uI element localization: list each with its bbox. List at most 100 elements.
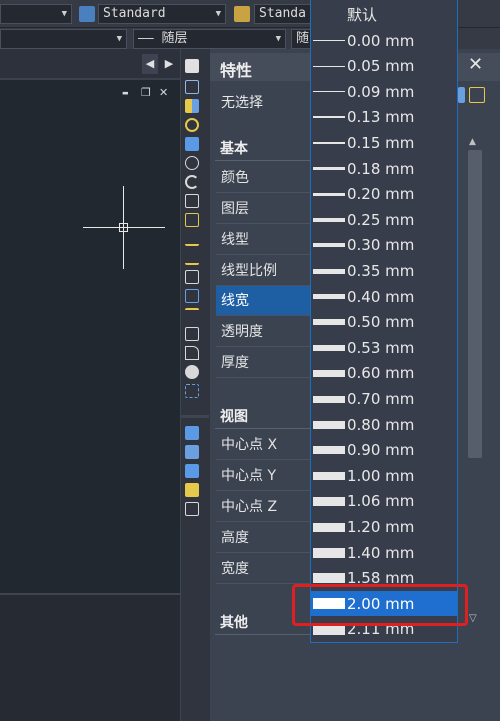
linetype-combo[interactable]: —— 随层 ▼ xyxy=(133,29,286,49)
table-style-value: Standard xyxy=(103,6,166,21)
mirror-icon[interactable] xyxy=(185,99,199,113)
lineweight-option[interactable]: 1.40 mm xyxy=(311,540,457,566)
explode-icon[interactable] xyxy=(185,365,199,379)
section-basic[interactable]: 基本 xyxy=(220,138,248,158)
lineweight-option[interactable]: 1.06 mm xyxy=(311,488,457,514)
prop-row-thickness[interactable]: 厚度 xyxy=(216,348,310,378)
chamfer-icon[interactable] xyxy=(185,327,199,341)
lineweight-swatch xyxy=(313,243,345,248)
section-divider xyxy=(215,428,310,429)
extend-icon[interactable] xyxy=(185,251,199,265)
chevron-up-icon[interactable]: ▲ xyxy=(469,137,476,147)
toggle-pickadd-icon[interactable] xyxy=(458,87,465,103)
lineweight-option[interactable]: 0.80 mm xyxy=(311,412,457,438)
lineweight-option[interactable]: 0.25 mm xyxy=(311,207,457,233)
lineweight-option[interactable]: 1.00 mm xyxy=(311,463,457,489)
prop-row-linetype-scale[interactable]: 线型比例 xyxy=(216,256,310,286)
lineweight-option[interactable]: 0.05 mm xyxy=(311,53,457,79)
lineweight-option[interactable]: 0.90 mm xyxy=(311,437,457,463)
lineweight-option-label: 0.18 mm xyxy=(347,159,415,178)
lineweight-option-label: 1.00 mm xyxy=(347,466,415,485)
prop-row-center-x[interactable]: 中心点 X xyxy=(216,430,310,460)
lineweight-option-default[interactable]: 默认 xyxy=(311,2,457,28)
draw-order-back-icon[interactable] xyxy=(185,445,199,459)
lineweight-swatch xyxy=(313,294,345,300)
lineweight-swatch xyxy=(313,471,345,480)
prop-row-center-y[interactable]: 中心点 Y xyxy=(216,461,310,491)
dropdown-left-stub[interactable]: ▼ xyxy=(0,4,72,24)
prop-row-lineweight[interactable]: 线宽 xyxy=(216,286,310,316)
lineweight-option[interactable]: 0.13 mm xyxy=(311,104,457,130)
scale-icon[interactable] xyxy=(185,194,199,208)
selection-highlight-box xyxy=(292,584,468,626)
selection-combo[interactable]: 无选择 xyxy=(221,92,263,112)
scrollbar-thumb[interactable] xyxy=(468,150,482,458)
section-view[interactable]: 视图 xyxy=(220,406,248,426)
lineweight-option[interactable]: 0.70 mm xyxy=(311,386,457,412)
lineweight-option-label: 0.50 mm xyxy=(347,313,415,332)
properties-close-icon[interactable]: ✕ xyxy=(468,54,483,75)
drawing-canvas[interactable] xyxy=(0,49,180,593)
offset-icon[interactable] xyxy=(185,118,199,132)
lineweight-swatch xyxy=(313,547,345,558)
lineweight-swatch xyxy=(313,217,345,222)
prop-row-linetype[interactable]: 线型 xyxy=(216,225,310,255)
quick-select-icon[interactable] xyxy=(469,87,485,103)
lineweight-option[interactable]: 0.20 mm xyxy=(311,181,457,207)
table-style-icon xyxy=(79,6,95,22)
move-icon[interactable] xyxy=(185,156,199,170)
section-other[interactable]: 其他 xyxy=(220,612,248,632)
lineweight-option[interactable]: 0.00 mm xyxy=(311,28,457,54)
prop-row-center-z[interactable]: 中心点 Z xyxy=(216,492,310,522)
tab-scroll-right-button[interactable]: ▶ xyxy=(161,54,177,74)
lineweight-option[interactable]: 0.60 mm xyxy=(311,360,457,386)
draw-order-front-icon[interactable] xyxy=(185,426,199,440)
tab-scroll-left-button[interactable]: ◀ xyxy=(142,54,158,74)
trim-icon[interactable] xyxy=(185,232,199,246)
chevron-down-icon[interactable]: ▽ xyxy=(469,613,477,624)
table-style-combo[interactable]: Standard ▼ xyxy=(98,4,226,24)
copy-icon[interactable] xyxy=(185,80,199,94)
prop-row-transparency[interactable]: 透明度 xyxy=(216,317,310,347)
erase-icon[interactable] xyxy=(185,59,199,73)
stretch-icon[interactable] xyxy=(185,213,199,227)
lineweight-option[interactable]: 0.30 mm xyxy=(311,232,457,258)
prop-row-width[interactable]: 宽度 xyxy=(216,554,310,584)
multileader-style-combo[interactable]: Standa xyxy=(254,4,314,24)
lineweight-value: 随 xyxy=(296,31,310,46)
lineweight-option-label: 0.13 mm xyxy=(347,108,415,127)
drawing-divider xyxy=(0,78,180,80)
draw-order-above-icon[interactable] xyxy=(185,464,199,478)
lineweight-option[interactable]: 0.40 mm xyxy=(311,284,457,310)
draw-order-below-icon[interactable] xyxy=(185,483,199,497)
draw-order-text-icon[interactable] xyxy=(185,502,199,516)
lineweight-option[interactable]: 0.18 mm xyxy=(311,156,457,182)
join-icon[interactable] xyxy=(185,308,199,322)
blend-icon[interactable] xyxy=(185,384,199,398)
lineweight-option-label: 0.30 mm xyxy=(347,236,415,255)
restore-icon[interactable]: ❐ xyxy=(141,86,151,99)
array-icon[interactable] xyxy=(185,137,199,151)
lineweight-option-label: 1.40 mm xyxy=(347,543,415,562)
lineweight-option[interactable]: 0.35 mm xyxy=(311,258,457,284)
fillet-icon[interactable] xyxy=(185,346,199,360)
lineweight-option[interactable]: 0.15 mm xyxy=(311,130,457,156)
lineweight-option[interactable]: 0.50 mm xyxy=(311,309,457,335)
close-icon[interactable]: ✕ xyxy=(159,86,168,99)
lineweight-swatch xyxy=(313,65,345,67)
minimize-icon[interactable]: ▬ xyxy=(122,89,129,97)
lineweight-swatch xyxy=(313,91,345,93)
color-combo[interactable]: ▼ xyxy=(0,29,127,49)
break-at-point-icon[interactable] xyxy=(185,289,199,303)
prop-row-height[interactable]: 高度 xyxy=(216,523,310,553)
break-icon[interactable] xyxy=(185,270,199,284)
rotate-icon[interactable] xyxy=(185,175,199,189)
lineweight-option[interactable]: 1.20 mm xyxy=(311,514,457,540)
lineweight-option[interactable]: 0.09 mm xyxy=(311,79,457,105)
lineweight-option[interactable]: 0.53 mm xyxy=(311,335,457,361)
toolbar-divider xyxy=(181,415,209,418)
prop-row-color[interactable]: 颜色 xyxy=(216,163,310,193)
prop-row-layer[interactable]: 图层 xyxy=(216,194,310,224)
modify-toolbar xyxy=(180,49,210,721)
section-divider xyxy=(215,634,310,635)
